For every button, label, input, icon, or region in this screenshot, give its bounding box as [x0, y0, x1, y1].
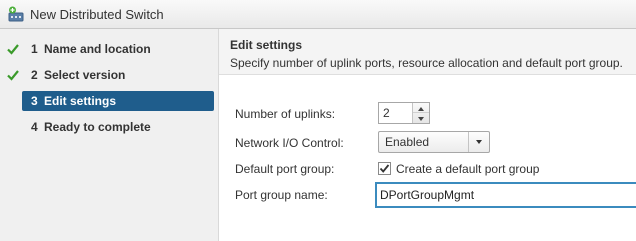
checkmark-icon: [7, 70, 19, 81]
nioc-selected-value: Enabled: [385, 135, 430, 149]
uplinks-label: Number of uplinks:: [235, 107, 336, 121]
step-edit-settings[interactable]: 3 Edit settings: [22, 91, 214, 111]
window-title: New Distributed Switch: [30, 7, 164, 22]
step-label: Select version: [44, 68, 126, 82]
step-name-and-location[interactable]: 1 Name and location: [7, 39, 214, 59]
page-title: Edit settings: [230, 38, 303, 52]
nioc-label: Network I/O Control:: [235, 136, 344, 150]
step-ready-to-complete[interactable]: 4 Ready to complete: [22, 117, 214, 137]
chevron-down-icon: [476, 140, 482, 144]
step-number: 3: [31, 94, 38, 108]
step-label: Edit settings: [44, 94, 117, 108]
stepper-up-button[interactable]: [413, 103, 429, 113]
step-number: 2: [31, 68, 38, 82]
wizard-steps-sidebar: 1 Name and location 2 Select version 3 E…: [0, 29, 219, 241]
step-label: Ready to complete: [44, 120, 151, 134]
step-number: 4: [31, 120, 38, 134]
port-group-name-input[interactable]: [375, 182, 636, 208]
create-default-port-group-label[interactable]: Create a default port group: [396, 162, 539, 176]
stepper-arrows: [412, 103, 429, 123]
step-number: 1: [31, 42, 38, 56]
checkmark-icon: [379, 164, 390, 173]
step-select-version[interactable]: 2 Select version: [7, 65, 214, 85]
default-port-group-label: Default port group:: [235, 162, 335, 176]
port-group-name-label: Port group name:: [235, 188, 328, 202]
step-label: Name and location: [44, 42, 151, 56]
uplinks-stepper[interactable]: 2: [378, 102, 430, 124]
wizard-content: Edit settings Specify number of uplink p…: [219, 29, 636, 241]
stepper-down-button[interactable]: [413, 113, 429, 123]
page-description: Specify number of uplink ports, resource…: [230, 56, 623, 70]
wizard-title-bar: New Distributed Switch: [0, 0, 636, 29]
create-default-port-group-checkbox[interactable]: [378, 162, 391, 175]
arrow-down-icon: [418, 117, 424, 121]
checkmark-icon: [7, 44, 19, 55]
page-header: Edit settings Specify number of uplink p…: [219, 29, 636, 75]
dropdown-toggle[interactable]: [468, 132, 489, 152]
uplinks-value[interactable]: 2: [383, 106, 390, 120]
distributed-switch-add-icon: [8, 6, 24, 22]
nioc-select[interactable]: Enabled: [378, 131, 490, 153]
